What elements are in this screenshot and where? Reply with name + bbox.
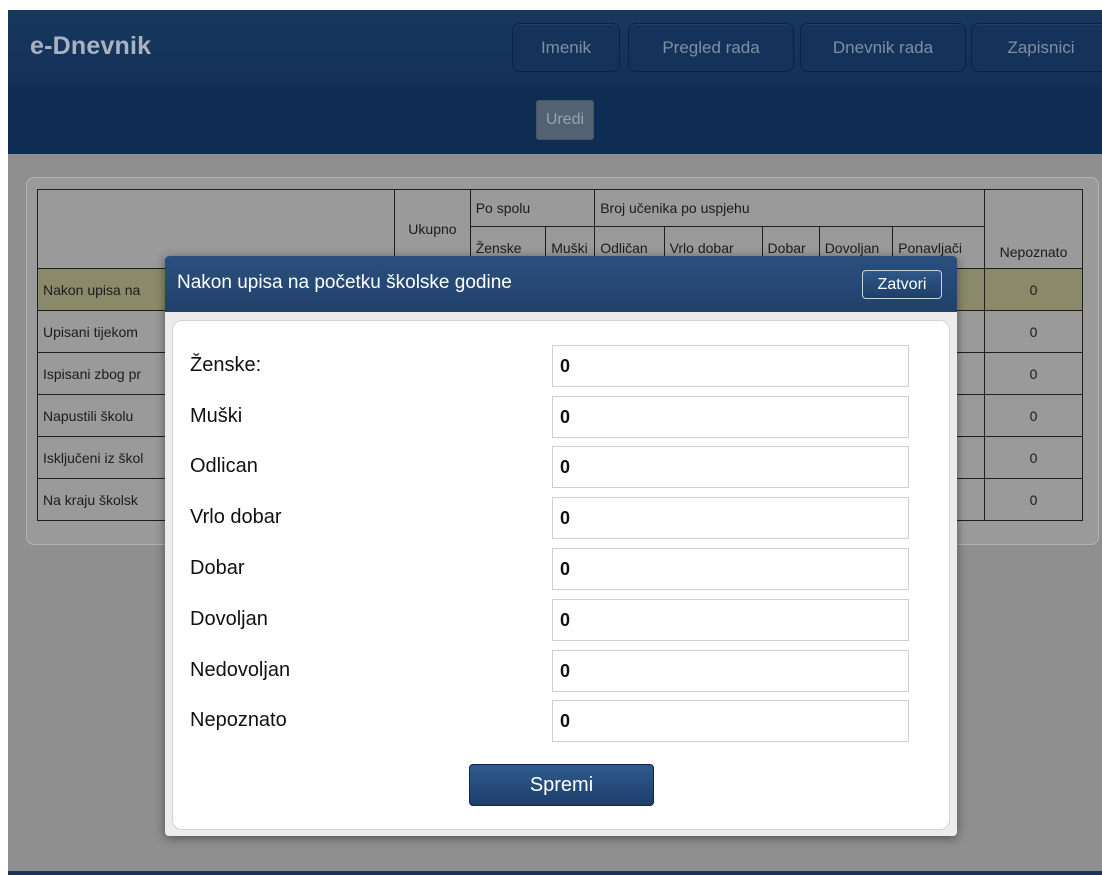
dialog-body: Ženske: Muški Odlican Vrlo dobar Dobar D…: [172, 320, 950, 830]
muski-label: Muški: [190, 405, 243, 427]
row-nepoznato: 0: [984, 310, 1083, 353]
sub-navigation-bar: Uredi: [8, 85, 1102, 154]
save-button[interactable]: Spremi: [469, 764, 654, 806]
dobar-label: Dobar: [190, 557, 245, 579]
dovoljan-field[interactable]: [552, 599, 909, 641]
nav-pregled-rada[interactable]: Pregled rada: [628, 23, 794, 72]
row-nepoznato: 0: [984, 352, 1083, 395]
row-nepoznato: 0: [984, 478, 1083, 521]
nepoznato-field[interactable]: [552, 700, 909, 742]
nav-zapisnici[interactable]: Zapisnici: [971, 23, 1102, 72]
row-nepoznato: 0: [984, 268, 1083, 311]
muski-field[interactable]: [552, 396, 909, 438]
edit-button[interactable]: Uredi: [536, 100, 594, 140]
form-row-nepoznato: Nepoznato: [173, 700, 949, 742]
edit-dialog: Nakon upisa na početku školske godine Za…: [165, 256, 957, 836]
close-button[interactable]: Zatvori: [862, 270, 942, 299]
row-nepoznato: 0: [984, 436, 1083, 479]
odlican-label: Odlican: [190, 455, 258, 477]
app-logo: e-Dnevnik: [30, 32, 152, 60]
vrlo-dobar-field[interactable]: [552, 497, 909, 539]
zenske-label: Ženske:: [190, 354, 262, 376]
nedovoljan-field[interactable]: [552, 650, 909, 692]
header-nepoznato: Nepoznato: [984, 189, 1083, 269]
dobar-field[interactable]: [552, 548, 909, 590]
odlican-field[interactable]: [552, 446, 909, 488]
form-row-nedovoljan: Nedovoljan: [173, 650, 949, 692]
dialog-title: Nakon upisa na početku školske godine: [177, 272, 512, 293]
header-broj-ucenika: Broj učenika po uspjehu: [594, 189, 985, 227]
dovoljan-label: Dovoljan: [190, 608, 268, 630]
dialog-header: Nakon upisa na početku školske godine Za…: [165, 256, 957, 312]
vrlo-dobar-label: Vrlo dobar: [190, 506, 282, 528]
form-row-odlican: Odlican: [173, 446, 949, 488]
zenske-field[interactable]: [552, 345, 909, 387]
row-nepoznato: 0: [984, 394, 1083, 437]
app-frame: e-Dnevnik Imenik Pregled rada Dnevnik ra…: [8, 10, 1102, 875]
nav-imenik[interactable]: Imenik: [512, 23, 620, 72]
form-row-vrlo-dobar: Vrlo dobar: [173, 497, 949, 539]
form-row-dobar: Dobar: [173, 548, 949, 590]
form-row-muski: Muški: [173, 396, 949, 438]
nav-dnevnik-rada[interactable]: Dnevnik rada: [800, 23, 966, 72]
form-row-zenske: Ženske:: [173, 345, 949, 387]
nepoznato-label: Nepoznato: [190, 709, 287, 731]
form-row-dovoljan: Dovoljan: [173, 599, 949, 641]
footer-bar: [8, 871, 1102, 875]
nedovoljan-label: Nedovoljan: [190, 659, 291, 681]
header-po-spolu: Po spolu: [469, 189, 596, 227]
